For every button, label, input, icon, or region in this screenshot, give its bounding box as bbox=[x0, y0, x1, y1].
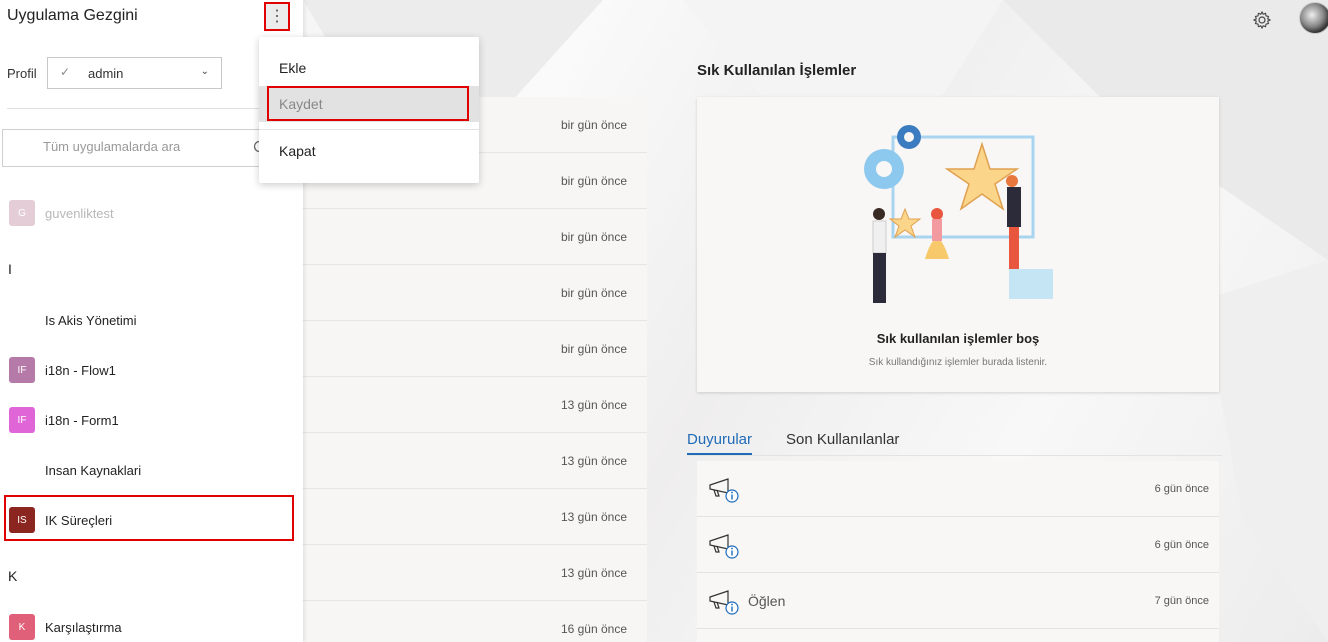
group-header-k: K bbox=[8, 568, 18, 584]
menu-item-close[interactable]: Kapat bbox=[259, 133, 479, 169]
gear-icon bbox=[1252, 10, 1272, 30]
megaphone-info-icon bbox=[709, 478, 739, 503]
activity-time: 16 gün önce bbox=[560, 621, 627, 636]
list-item[interactable]: 13 gün önce bbox=[303, 377, 647, 433]
chevron-down-icon: ⌄ bbox=[200, 66, 209, 77]
divider bbox=[259, 129, 479, 130]
check-icon: ✓ bbox=[60, 65, 71, 79]
highlight-box bbox=[4, 495, 294, 541]
activity-time: 13 gün önce bbox=[560, 453, 627, 468]
app-badge: IF bbox=[9, 407, 35, 433]
search-input[interactable] bbox=[43, 139, 243, 154]
divider bbox=[7, 108, 287, 109]
activity-time: 13 gün önce bbox=[560, 565, 627, 580]
app-item-insan-kaynaklari[interactable]: Insan Kaynaklari bbox=[9, 452, 289, 488]
empty-state-subtitle: Sık kullandığınız işlemler burada listen… bbox=[868, 357, 1048, 368]
profile-value: admin bbox=[88, 66, 124, 81]
activity-time: 13 gün önce bbox=[560, 397, 627, 412]
megaphone-info-icon bbox=[709, 590, 739, 615]
user-avatar[interactable] bbox=[1299, 2, 1328, 34]
app-name: Karşılaştırma bbox=[45, 619, 122, 635]
list-item[interactable]: bir gün önce bbox=[303, 265, 647, 321]
tab-announcements[interactable]: Duyurular bbox=[687, 431, 753, 455]
frequent-title: Sık Kullanılan İşlemler bbox=[697, 62, 857, 79]
announcement-text: Öğlen bbox=[748, 592, 786, 609]
frequent-card: Sık kullanılan işlemler boş Sık kullandı… bbox=[697, 97, 1219, 392]
list-item[interactable]: bir gün önce bbox=[303, 209, 647, 265]
app-item-i18n-form1[interactable]: IF i18n - Form1 bbox=[9, 402, 289, 438]
highlight-box bbox=[267, 86, 469, 121]
list-item[interactable]: 16 gün önce bbox=[303, 601, 647, 642]
app-name: i18n - Flow1 bbox=[45, 362, 116, 378]
activity-time: bir gün önce bbox=[560, 341, 627, 356]
list-item[interactable]: 13 gün önce bbox=[303, 545, 647, 601]
announcement-time: 7 gün önce bbox=[1154, 594, 1209, 607]
menu-item-add[interactable]: Ekle bbox=[259, 50, 479, 86]
tab-bar: Duyurular Son Kullanılanlar bbox=[687, 430, 1222, 456]
kebab-icon: ⋮ bbox=[269, 7, 285, 25]
list-item[interactable]: 13 gün önce bbox=[303, 433, 647, 489]
app-name: Insan Kaynaklari bbox=[45, 462, 142, 478]
list-item[interactable]: 13 gün önce bbox=[303, 489, 647, 545]
panel-title: Uygulama Gezgini bbox=[7, 7, 138, 24]
app-name: i18n - Form1 bbox=[45, 412, 119, 428]
app-badge: G bbox=[9, 200, 35, 226]
app-item-i18n-flow1[interactable]: IF i18n - Flow1 bbox=[9, 352, 289, 388]
app-name: Is Akis Yönetimi bbox=[45, 312, 137, 328]
group-header-i: I bbox=[8, 261, 12, 277]
app-badge: K bbox=[9, 614, 35, 640]
app-item-guvenliktest[interactable]: G guvenliktest bbox=[9, 195, 289, 231]
search-box bbox=[2, 129, 292, 167]
empty-state-illustration bbox=[864, 125, 1053, 303]
options-menu: Ekle Kaydet Kapat bbox=[259, 37, 479, 183]
profile-select[interactable]: ✓ admin ⌄ bbox=[47, 57, 222, 89]
activity-time: bir gün önce bbox=[560, 229, 627, 244]
list-item[interactable]: Öğlen 7 gün önce bbox=[697, 573, 1219, 629]
tab-recent[interactable]: Son Kullanılanlar bbox=[786, 431, 899, 453]
activity-time: bir gün önce bbox=[560, 285, 627, 300]
app-badge: IF bbox=[9, 357, 35, 383]
list-item[interactable]: 6 gün önce bbox=[697, 461, 1219, 517]
app-item-is-akis[interactable]: Is Akis Yönetimi bbox=[9, 302, 289, 338]
app-name: guvenliktest bbox=[45, 205, 114, 221]
profile-label: Profil bbox=[7, 66, 37, 81]
activity-time: 13 gün önce bbox=[560, 509, 627, 524]
announcement-list: 6 gün önce 6 gün önce Öğlen 7 gün önce bbox=[697, 461, 1219, 642]
empty-state-title: Sık kullanılan işlemler boş bbox=[876, 331, 1040, 346]
app-navigator-panel: Uygulama Gezgini ⋮ Profil ✓ admin ⌄ G gu… bbox=[0, 0, 303, 642]
list-item[interactable]: bir gün önce bbox=[303, 321, 647, 377]
list-item[interactable]: 6 gün önce bbox=[697, 517, 1219, 573]
app-item-karsilastirma[interactable]: K Karşılaştırma bbox=[9, 609, 289, 642]
settings-button[interactable] bbox=[1251, 9, 1273, 31]
megaphone-info-icon bbox=[709, 534, 739, 559]
activity-time: bir gün önce bbox=[560, 117, 627, 132]
announcement-time: 6 gün önce bbox=[1154, 482, 1209, 495]
announcement-time: 6 gün önce bbox=[1154, 538, 1209, 551]
activity-time: bir gün önce bbox=[560, 173, 627, 188]
more-options-button[interactable]: ⋮ bbox=[264, 2, 290, 31]
